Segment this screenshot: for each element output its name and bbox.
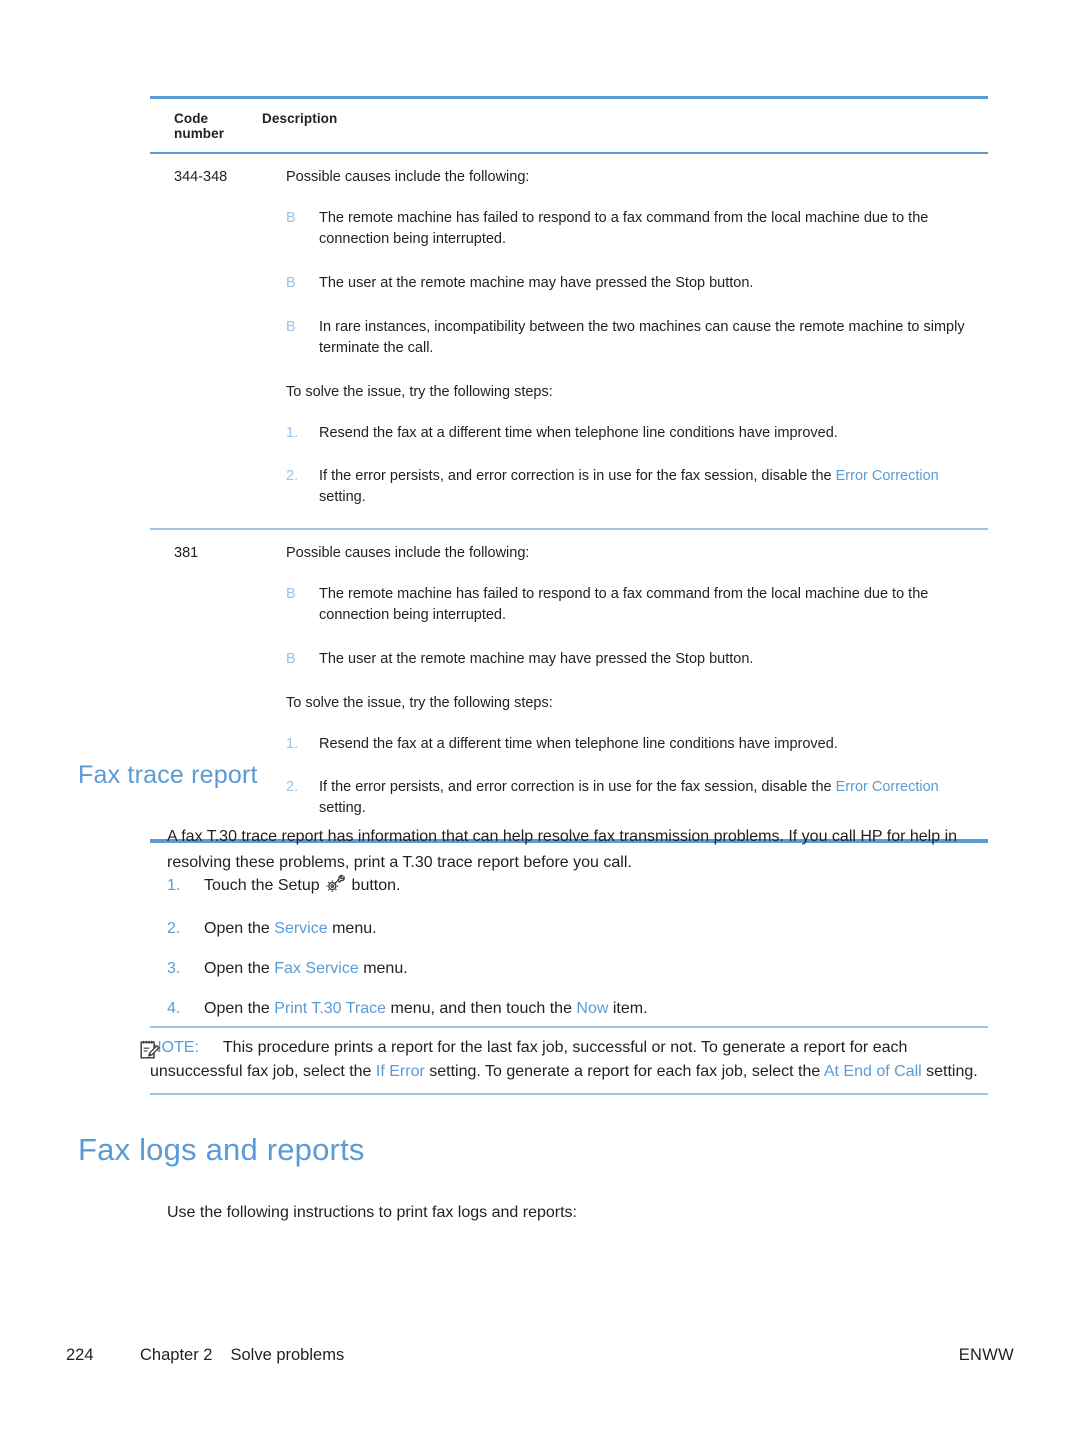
fax-trace-report-paragraph: A fax T.30 trace report has information … [167, 828, 958, 871]
note-pencil-icon [138, 1039, 160, 1061]
step-text: If the error persists, and error correct… [319, 777, 980, 819]
bullet-marker-icon: B [286, 210, 296, 226]
cause-bullet-list: B The remote machine has failed to respo… [286, 584, 980, 670]
column-header-description: Description [262, 111, 338, 126]
step-text-part: Resend the fax at a different time when … [319, 736, 838, 752]
list-item: 1. Touch the Setup button. [167, 872, 979, 902]
table-row: 381 Possible causes include the followin… [150, 530, 988, 839]
step-text-part: If the error persists, and error correct… [319, 779, 836, 795]
list-item: B The user at the remote machine may hav… [286, 649, 980, 670]
note-text-part: setting. [921, 1063, 978, 1080]
table-header-row: Code number Description [150, 99, 988, 152]
list-item: 2. If the error persists, and error corr… [286, 466, 980, 508]
step-text-part: Open the [204, 1000, 275, 1017]
cell-description: Possible causes include the following: B… [286, 543, 988, 819]
step-text: Touch the Setup button. [204, 872, 979, 902]
step-number: 2. [167, 920, 181, 937]
footer-chapter-label: Chapter 2 [140, 1346, 213, 1364]
step-text-part: menu. [327, 920, 377, 937]
list-item: B In rare instances, incompatibility bet… [286, 317, 980, 359]
list-item: 1. Resend the fax at a different time wh… [286, 734, 980, 755]
step-number: 1. [167, 877, 181, 894]
step-text-part: setting. [319, 800, 366, 816]
bullet-text: The remote machine has failed to respond… [319, 586, 929, 623]
note-body: NOTE: This procedure prints a report for … [140, 1028, 988, 1093]
list-item: 4. Open the Print T.30 Trace menu, and t… [167, 995, 979, 1022]
bullet-text: In rare instances, incompatibility betwe… [319, 319, 965, 356]
bullet-text: The user at the remote machine may have … [319, 651, 754, 667]
cell-code-number: 344-348 [174, 169, 228, 185]
bullet-marker-icon: B [286, 651, 296, 667]
step-text-part: button. [347, 877, 401, 894]
step-text-part: Resend the fax at a different time when … [319, 425, 838, 441]
note-callout: NOTE: This procedure prints a report for … [140, 1026, 988, 1095]
list-item: 3. Open the Fax Service menu. [167, 955, 979, 982]
bullet-marker-icon: B [286, 275, 296, 291]
footer-page-number: 224 [66, 1346, 94, 1364]
setting-reference: At End of Call [823, 1063, 922, 1080]
step-number: 1. [286, 425, 299, 441]
bullet-marker-icon: B [286, 319, 296, 335]
page-footer: 224 Chapter 2 Solve problems ENWW [66, 1346, 1014, 1365]
menu-reference: Service [274, 920, 328, 937]
bullet-marker-icon: B [286, 586, 296, 602]
list-item: 2. If the error persists, and error corr… [286, 777, 980, 819]
footer-chapter-title: Solve problems [230, 1346, 345, 1364]
step-number: 2. [286, 779, 299, 795]
step-text: Open the Service menu. [204, 915, 979, 942]
step-text-part: menu. [358, 960, 408, 977]
section-heading-fax-logs-and-reports: Fax logs and reports [78, 1132, 365, 1167]
step-text-part: Open the [204, 920, 275, 937]
step-number: 3. [167, 960, 181, 977]
list-item: B The remote machine has failed to respo… [286, 584, 980, 626]
step-text: If the error persists, and error correct… [319, 466, 980, 508]
steps-intro-text: To solve the issue, try the following st… [286, 695, 553, 711]
setting-reference: Error Correction [835, 468, 939, 484]
step-text: Resend the fax at a different time when … [319, 423, 980, 444]
fax-logs-paragraph: Use the following instructions to print … [167, 1204, 577, 1221]
list-item: B The user at the remote machine may hav… [286, 273, 980, 294]
step-text-part: menu, and then touch the [386, 1000, 577, 1017]
list-item: 1. Resend the fax at a different time wh… [286, 423, 980, 444]
bullet-text: The user at the remote machine may have … [319, 275, 754, 291]
step-text: Open the Print T.30 Trace menu, and then… [204, 995, 979, 1022]
cause-bullet-list: B The remote machine has failed to respo… [286, 208, 980, 359]
setup-gear-wrench-icon [326, 874, 345, 902]
setting-reference: If Error [375, 1063, 425, 1080]
step-text: Resend the fax at a different time when … [319, 734, 980, 755]
remedy-step-list: 1. Resend the fax at a different time wh… [286, 423, 980, 508]
cell-description: Possible causes include the following: B… [286, 167, 988, 508]
step-text: Open the Fax Service menu. [204, 955, 979, 982]
fax-error-code-table: Code number Description 344-348 Possible… [150, 96, 988, 843]
bullet-text: The remote machine has failed to respond… [319, 210, 929, 247]
step-number: 2. [286, 468, 299, 484]
step-text-part: If the error persists, and error correct… [319, 468, 836, 484]
step-text-part: setting. [319, 489, 366, 505]
step-text-part: Open the [204, 960, 275, 977]
setting-reference: Error Correction [835, 779, 939, 795]
step-number: 4. [167, 1000, 181, 1017]
footer-enww-label: ENWW [958, 1346, 1014, 1364]
menu-reference: Fax Service [274, 960, 359, 977]
section-heading-fax-trace-report: Fax trace report [78, 761, 258, 789]
note-bottom-rule [150, 1093, 988, 1095]
step-number: 1. [286, 736, 299, 752]
steps-intro-text: To solve the issue, try the following st… [286, 384, 553, 400]
step-text-part: Touch the Setup [204, 877, 325, 894]
menu-reference: Print T.30 Trace [274, 1000, 387, 1017]
list-item: 2. Open the Service menu. [167, 915, 979, 942]
step-text-part: item. [608, 1000, 648, 1017]
column-header-code-number: Code number [174, 111, 225, 141]
list-item: B The remote machine has failed to respo… [286, 208, 980, 250]
table-row: 344-348 Possible causes include the foll… [150, 154, 988, 528]
row-lead-text: Possible causes include the following: [286, 545, 530, 561]
note-text-part: setting. To generate a report for each f… [424, 1063, 824, 1080]
remedy-step-list: 1. Resend the fax at a different time wh… [286, 734, 980, 819]
document-page: Code number Description 344-348 Possible… [0, 0, 1080, 1437]
menu-item-reference: Now [576, 1000, 609, 1017]
fax-trace-procedure-list: 1. Touch the Setup button. 2. Open the S… [167, 872, 979, 1035]
row-lead-text: Possible causes include the following: [286, 169, 530, 185]
